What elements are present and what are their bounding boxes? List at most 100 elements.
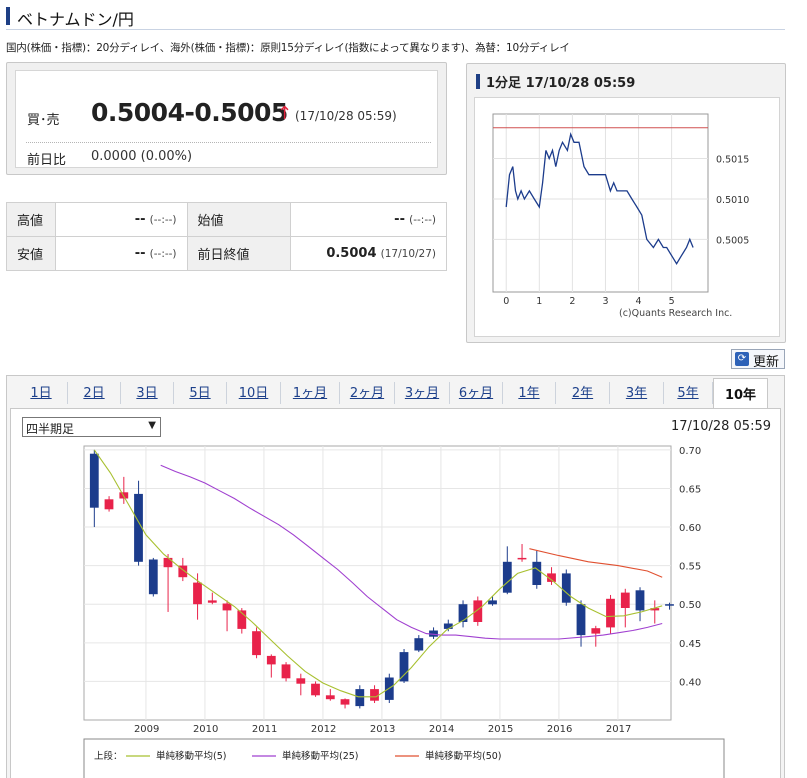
tab-1日[interactable]: 1日 — [15, 382, 68, 404]
candle-body — [532, 561, 542, 585]
chart-timestamp: 17/10/28 05:59 — [671, 419, 771, 434]
tab-3日[interactable]: 3日 — [121, 382, 174, 404]
tab-10年[interactable]: 10年 — [713, 378, 768, 409]
tab-3ヶ月[interactable]: 3ヶ月 — [395, 382, 450, 404]
change-value: 0.0000 (0.00%) — [91, 149, 193, 164]
tab-5日[interactable]: 5日 — [174, 382, 227, 404]
candle-x-tick-label: 2015 — [488, 724, 513, 735]
dropdown-arrow-icon: ▼ — [148, 420, 156, 431]
candle-body — [370, 689, 379, 701]
legend-item: 単純移動平均(25) — [282, 750, 359, 762]
candle-body — [163, 557, 173, 568]
candle-body — [561, 573, 571, 603]
candle-x-tick-label: 2011 — [252, 724, 277, 735]
title-accent-mark — [6, 7, 10, 25]
candle-body — [222, 603, 232, 611]
quote-panel: 買･売 0.5004-0.5005 ↑ (17/10/28 05:59) 前日比… — [6, 62, 447, 175]
tab-6ヶ月[interactable]: 6ヶ月 — [450, 382, 503, 404]
period-select[interactable]: 四半期足 ▼ — [22, 417, 161, 437]
candle-plot-frame — [83, 445, 672, 721]
prev-close-label: 前日終値 — [186, 236, 292, 271]
candle-body — [665, 604, 674, 606]
candle-body — [591, 628, 601, 634]
change-label: 前日比 — [27, 153, 67, 168]
tab-5年[interactable]: 5年 — [664, 382, 713, 404]
high-value: -- (--:--) — [54, 202, 188, 237]
refresh-icon: ⟳ — [735, 352, 749, 366]
refresh-label: 更新 — [753, 355, 780, 370]
candle-body — [148, 559, 158, 595]
intraday-y-tick-label: 0.5015 — [716, 155, 749, 166]
bid-ask-value: 0.5004-0.5005 — [91, 98, 288, 127]
candle-body — [458, 604, 468, 622]
intraday-x-tick-label: 2 — [569, 296, 575, 307]
period-select-value: 四半期足 — [26, 422, 75, 436]
candle-x-tick-label: 2014 — [429, 724, 454, 735]
prev-close-date: (17/10/27) — [380, 248, 436, 260]
candle-body — [473, 600, 483, 622]
open-label: 始値 — [186, 202, 292, 237]
intraday-chart-title: 1分足 17/10/28 05:59 — [486, 76, 636, 91]
candle-body — [89, 453, 99, 508]
tab-1年[interactable]: 1年 — [503, 382, 556, 404]
stats-row-low-prev: 安値 -- (--:--) 前日終値 0.5004 (17/10/27) — [6, 236, 447, 271]
intraday-credit: (c)Quants Research Inc. — [619, 308, 732, 319]
candle-y-tick-label: 0.45 — [679, 639, 701, 650]
prev-close-value: 0.5004 (17/10/27) — [290, 236, 447, 271]
prev-close-price: 0.5004 — [326, 246, 377, 261]
intraday-x-tick-label: 3 — [602, 296, 608, 307]
intraday-x-tick-label: 5 — [669, 296, 675, 307]
intraday-chart-panel: 1分足 17/10/28 05:59 0.5005 0.5010 0.5015 0 1 2… — [466, 63, 786, 343]
tab-2ヶ月[interactable]: 2ヶ月 — [340, 382, 395, 404]
quote-card: 買･売 0.5004-0.5005 ↑ (17/10/28 05:59) 前日比… — [15, 70, 438, 168]
low-time: (--:--) — [149, 248, 177, 260]
intraday-y-tick-label: 0.5005 — [716, 235, 749, 246]
candle-body — [207, 600, 217, 603]
legend-prefix: 上段： — [94, 750, 123, 762]
candle-y-tick-label: 0.50 — [679, 600, 701, 611]
candle-y-tick-label: 0.60 — [679, 523, 701, 534]
candle-body — [104, 499, 114, 510]
tab-1ヶ月[interactable]: 1ヶ月 — [281, 382, 340, 404]
open-price: -- — [394, 212, 405, 227]
open-value: -- (--:--) — [290, 202, 447, 237]
intraday-x-tick-label: 4 — [636, 296, 642, 307]
intraday-chart-svg: 0.5005 0.5010 0.5015 0 1 2 3 4 5(c)Quants Resear… — [492, 113, 749, 319]
candle-body — [576, 604, 586, 636]
bid-ask-label: 買･売 — [27, 113, 60, 128]
candle-y-tick-label: 0.40 — [679, 677, 701, 688]
candle-body — [193, 582, 202, 605]
candle-body — [606, 598, 615, 628]
candle-body — [517, 557, 527, 560]
candle-body — [414, 638, 424, 651]
low-label: 安値 — [6, 236, 56, 271]
tab-2年[interactable]: 2年 — [556, 382, 610, 404]
candle-body — [296, 678, 306, 684]
candle-body — [325, 695, 335, 700]
header-accent-mark — [476, 74, 480, 89]
candle-body — [488, 600, 497, 605]
candle-x-tick-label: 2012 — [311, 724, 336, 735]
tab-3年[interactable]: 3年 — [610, 382, 664, 404]
tab-10日[interactable]: 10日 — [227, 382, 281, 404]
candle-body — [355, 689, 365, 707]
candlestick-chart-svg: 0.40 0.45 0.50 0.55 0.60 0.65 0.70 2009 2010 2011… — [83, 445, 725, 778]
intraday-x-tick-label: 0 — [503, 296, 509, 307]
refresh-button[interactable]: ⟳ 更新 — [731, 349, 785, 370]
candle-body — [252, 631, 261, 656]
candle-x-tick-label: 2010 — [193, 724, 218, 735]
intraday-chart: 0.5005 0.5010 0.5015 0 1 2 3 4 5 (c)Quants Resear… — [474, 97, 780, 337]
candle-body — [502, 561, 512, 593]
stats-row-high-open: 高値 -- (--:--) 始値 -- (--:--) — [6, 202, 447, 237]
intraday-chart-header: 1分足 17/10/28 05:59 — [476, 72, 635, 91]
legend-item: 単純移動平均(5) — [156, 750, 226, 762]
quote-timestamp: (17/10/28 05:59) — [295, 109, 397, 123]
candle-body — [311, 683, 320, 696]
candle-x-tick-label: 2009 — [134, 724, 159, 735]
high-price: -- — [134, 212, 146, 227]
high-label: 高値 — [6, 202, 56, 237]
intraday-y-tick-label: 0.5010 — [716, 195, 749, 206]
tab-2日[interactable]: 2日 — [68, 382, 121, 404]
candle-x-tick-label: 2016 — [547, 724, 572, 735]
open-time: (--:--) — [409, 214, 436, 226]
